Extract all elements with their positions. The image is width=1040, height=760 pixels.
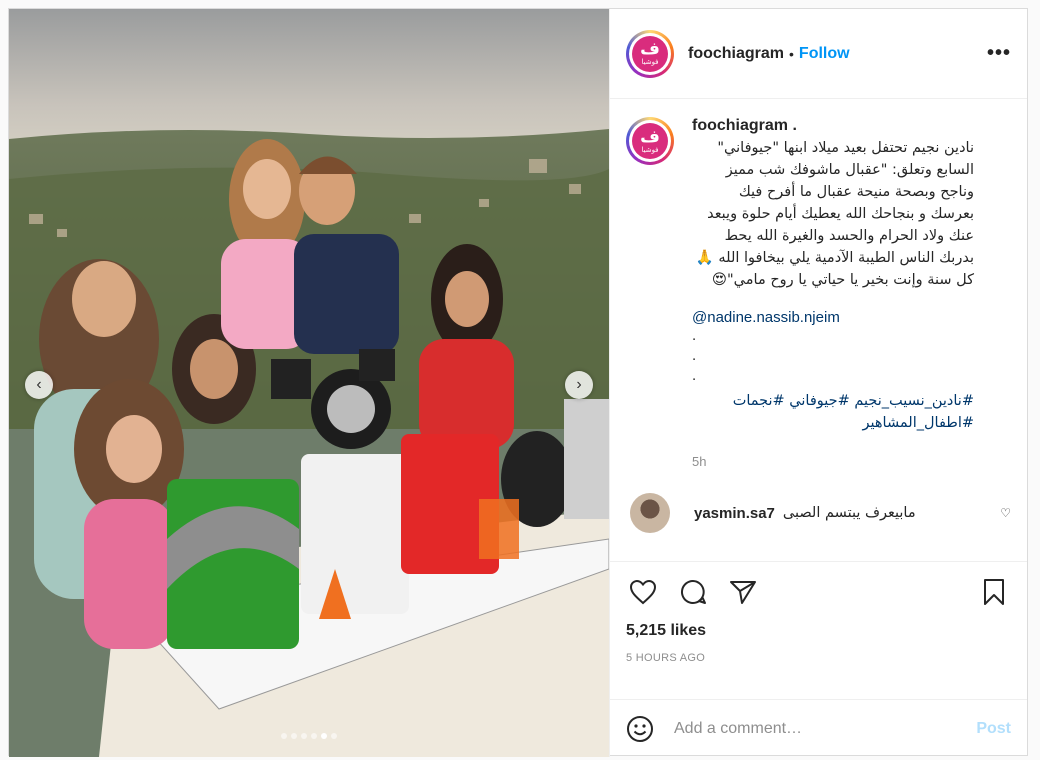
caption-dot: . (692, 327, 697, 344)
action-bar: 5,215 likes 5 HOURS AGO (610, 561, 1027, 699)
caption-dot: . (692, 347, 697, 364)
carousel-dots (9, 733, 609, 739)
caption-text: نادين نجيم تحتفل بعيد ميلاد ابنها "جيوفا… (695, 140, 974, 288)
carousel-dot (281, 733, 287, 739)
comment-input[interactable] (674, 719, 977, 738)
comment-icon (681, 579, 706, 604)
brand-logo: ف فوشيا (632, 123, 668, 159)
carousel-prev-button[interactable]: ‹ (25, 371, 53, 399)
post-timestamp: 5 HOURS AGO (626, 652, 706, 664)
save-button[interactable] (977, 576, 1011, 608)
carousel-dot (291, 733, 297, 739)
avatar[interactable]: ف فوشيا (626, 29, 674, 78)
brand-logo: ف فوشيا (632, 35, 668, 72)
separator: • (789, 45, 794, 62)
post-comment-button[interactable]: Post (976, 720, 1011, 738)
carousel-next-button[interactable]: › (565, 371, 593, 399)
caption-dot: . (692, 367, 697, 384)
more-options-icon[interactable]: ••• (987, 42, 1011, 65)
post-sidebar: ف فوشيا foochiagram • Follow ••• ف فوشيا f… (609, 9, 1027, 757)
post-photo[interactable]: ‹ › (9, 9, 609, 757)
party-photo-illustration (9, 9, 609, 757)
smiley-icon[interactable] (626, 715, 654, 743)
chevron-left-icon: ‹ (36, 376, 42, 393)
post-header: ف فوشيا foochiagram • Follow ••• (610, 9, 1027, 99)
likes-count[interactable]: 5,215 likes (626, 622, 1011, 640)
caption-time: 5h (692, 454, 707, 469)
heart-outline-icon[interactable]: ♡ (1000, 506, 1011, 520)
commenter-avatar[interactable] (630, 493, 670, 533)
carousel-dot (331, 733, 337, 739)
comment-row: yasmin.sa7 مابيعرف يبتسم الصبى ♡ (626, 493, 1011, 533)
caption-area: ف فوشيا foochiagram . نادين نجيم تحتفل بع… (610, 99, 1027, 561)
caption-mention-link[interactable]: @nadine.nassib.njeim (692, 309, 992, 326)
caption-avatar[interactable]: ف فوشيا (626, 117, 674, 165)
chevron-right-icon: › (576, 376, 582, 393)
caption-username[interactable]: foochiagram . (692, 117, 992, 135)
paper-plane-icon (730, 581, 756, 604)
carousel-dot (311, 733, 317, 739)
instagram-post: ‹ › ف فوشيا foochiagram • Follow ••• ف فوش… (8, 8, 1028, 757)
share-button[interactable] (726, 576, 760, 608)
comment-username[interactable]: yasmin.sa7 (694, 505, 775, 522)
caption-hashtags[interactable]: #نادين_نسيب_نجيم #جيوفاني #نجمات #اطفال_… (692, 390, 974, 434)
carousel-dot (321, 733, 327, 739)
add-comment-bar: Post (610, 699, 1027, 757)
like-button[interactable] (626, 576, 660, 608)
carousel-dot (301, 733, 307, 739)
heart-icon (629, 579, 657, 605)
comment-text: مابيعرف يبتسم الصبى (782, 505, 916, 521)
comment-button[interactable] (676, 576, 710, 608)
header-username[interactable]: foochiagram (688, 45, 784, 63)
follow-button[interactable]: Follow (799, 45, 850, 63)
bookmark-icon (984, 579, 1004, 605)
